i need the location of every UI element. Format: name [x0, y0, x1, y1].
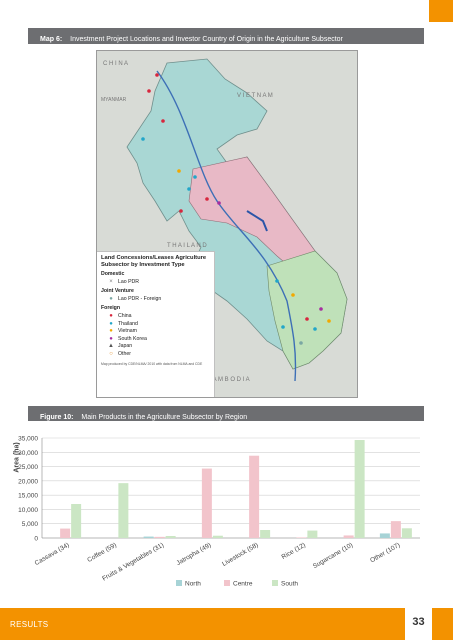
y-tick-label: 10,000: [18, 507, 38, 514]
legend-item-label: Vietnam: [118, 328, 137, 335]
x-tick-label: Jatropha (49): [175, 542, 212, 567]
bar-south: [71, 504, 82, 538]
legend-item-label: South Korea: [118, 335, 147, 342]
legend-item-label: Thailand: [118, 320, 138, 327]
dot-icon: ●: [109, 295, 113, 302]
legend-item-label: Japan: [118, 343, 133, 350]
legend-item-label: Lao PDR - Foreign: [118, 295, 162, 302]
y-tick-label: 15,000: [18, 493, 38, 500]
bar-north: [143, 536, 154, 538]
figure-caption: Figure 10: Main Products in the Agricult…: [28, 406, 424, 421]
legend-label-centre: Centre: [233, 581, 253, 588]
legend-item-label: China: [118, 312, 132, 319]
legend-item: ● China: [101, 313, 210, 321]
legend-item: ● Vietnam: [101, 328, 210, 336]
label-thailand: T H A I L A N D: [167, 243, 207, 249]
bar-centre: [201, 468, 212, 538]
label-china: C H I N A: [103, 61, 128, 67]
bar-centre: [249, 455, 260, 538]
bar-centre: [154, 536, 165, 538]
bar-south: [118, 483, 129, 538]
map-caption-label: Map 6:: [40, 36, 63, 43]
bar-south: [212, 535, 223, 538]
legend-item: ○ Other: [101, 351, 210, 359]
cross-icon: ×: [109, 278, 113, 285]
x-tick-label: Cassava (34): [34, 542, 71, 567]
x-tick-label: Livestock (58): [221, 542, 260, 568]
legend-swatch-north: [176, 580, 182, 586]
label-myanmar: MYANMAR: [101, 97, 127, 103]
x-tick-label: Sugarcane (10): [312, 542, 354, 570]
legend-item: ▲ Japan: [101, 343, 210, 351]
legend-foreign-heading: Foreign: [101, 305, 121, 312]
y-axis-label: Area (ha): [13, 442, 21, 473]
legend-joint-heading: Joint Venture: [101, 288, 134, 295]
top-tab-accent: [429, 0, 453, 22]
dot-icon: ●: [109, 312, 113, 319]
circle-icon: ○: [109, 350, 113, 357]
page-number: 33: [412, 616, 425, 628]
legend-item: × Lao PDR: [101, 279, 210, 287]
dot-icon: ●: [109, 335, 113, 342]
triangle-icon: ▲: [108, 343, 114, 350]
legend-domestic-heading: Domestic: [101, 271, 125, 277]
x-tick-label: Other (107): [369, 542, 401, 565]
y-tick-label: 25,000: [18, 464, 38, 471]
bar-south: [354, 440, 365, 538]
map-caption: Map 6: Investment Project Locations and …: [28, 28, 424, 44]
dot-icon: ●: [109, 328, 113, 335]
y-tick-label: 30,000: [18, 450, 38, 457]
bar-south: [165, 536, 176, 538]
legend-title: Land Concessions/Leases Agriculture Subs…: [101, 255, 207, 268]
bar-centre: [296, 537, 307, 538]
bar-centre: [60, 528, 71, 538]
bar-south: [307, 530, 318, 538]
footer-bar: RESULTS: [0, 608, 453, 640]
y-tick-label: 0: [34, 536, 38, 543]
legend-item-label: Other: [118, 350, 131, 357]
y-tick-label: 20,000: [18, 478, 38, 485]
legend-swatch-south: [272, 580, 278, 586]
figure-caption-label: Figure 10:: [40, 414, 74, 421]
laos-map: C H I N A MYANMAR V I E T N A M T H A I …: [96, 50, 358, 398]
bar-centre: [390, 521, 401, 538]
legend-item-label: Lao PDR: [118, 278, 140, 285]
bar-north: [379, 533, 390, 538]
bar-south: [260, 530, 271, 538]
chart-svg: 0 5,000 10,000 15,000 20,000 25,000 30,000 35,0…: [18, 436, 420, 588]
legend-item: ● South Korea: [101, 336, 210, 344]
dot-icon: ●: [109, 320, 113, 327]
map-caption-text: Investment Project Locations and Investo…: [70, 36, 343, 43]
bar-chart: Area (ha) 0 5,000 10,000 15,000 20,000 25,000…: [0, 426, 453, 596]
legend-item: ● Lao PDR - Foreign: [101, 296, 210, 304]
x-tick-label: Coffee (59): [86, 542, 118, 564]
legend-label-south: South: [281, 581, 298, 588]
legend-label-north: North: [185, 581, 201, 588]
y-tick-label: 35,000: [18, 436, 38, 443]
figure-caption-text: Main Products in the Agriculture Subsect…: [81, 414, 248, 421]
y-tick-label: 5,000: [22, 521, 39, 528]
map-legend: Land Concessions/Leases Agriculture Subs…: [97, 251, 215, 397]
page-number-box: 33: [405, 606, 432, 640]
label-vietnam: V I E T N A M: [237, 93, 273, 99]
legend-item: ● Thailand: [101, 321, 210, 329]
bar-south: [401, 528, 412, 538]
legend-note: Map produced by CDE/NLMA/ 2010 with data…: [101, 361, 203, 366]
x-tick-label: Rice (12): [281, 542, 307, 561]
footer-section: RESULTS: [10, 620, 49, 629]
legend-swatch-centre: [224, 580, 230, 586]
bar-centre: [343, 535, 354, 538]
